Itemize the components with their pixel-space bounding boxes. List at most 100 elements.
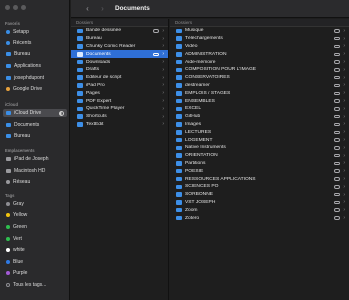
close-window-button[interactable] xyxy=(5,5,10,10)
icloud-download-icon[interactable] xyxy=(334,36,341,41)
folder-name: COMPOSITION POUR L'IMAGE xyxy=(185,67,257,73)
folder-row[interactable]: Downloads › xyxy=(71,58,168,66)
folder-row[interactable]: Zotero › xyxy=(170,214,349,222)
icloud-download-icon[interactable] xyxy=(334,68,341,72)
folder-row[interactable]: Drafts › xyxy=(71,66,168,74)
sidebar-item-macintosh-hd[interactable]: Macintosh HD xyxy=(3,167,67,175)
sidebar-item-icloud-bureau[interactable]: Bureau xyxy=(3,132,67,140)
folder-icon xyxy=(176,114,182,119)
icloud-download-icon[interactable] xyxy=(334,114,341,119)
folder-row[interactable]: Vidéo › xyxy=(170,43,349,51)
sidebar-item-home[interactable]: josephdupont xyxy=(3,74,67,82)
folder-row[interactable]: Partitions › xyxy=(170,160,349,168)
back-button[interactable]: ‹ xyxy=(83,4,92,13)
icloud-download-icon[interactable] xyxy=(334,138,341,142)
folder-row[interactable]: Native Instruments › xyxy=(170,144,349,152)
folder-row[interactable]: EMPLOIS / STAGES › xyxy=(170,89,349,97)
folder-row[interactable]: SORBONNE › xyxy=(170,191,349,199)
sidebar-tag-yellow[interactable]: Yellow xyxy=(3,211,67,219)
sidebar-tag-green[interactable]: Green xyxy=(3,223,67,231)
sidebar-tag-vert[interactable]: Vert xyxy=(3,235,67,243)
folder-row[interactable]: PDF Expert › xyxy=(71,97,168,105)
icloud-download-icon[interactable] xyxy=(334,75,341,80)
column-2[interactable]: Dossiers Musique › Téléchargements › Vidéo › A… xyxy=(170,19,349,300)
folder-row[interactable]: POÉSIE › xyxy=(170,167,349,175)
sidebar-tag-purple[interactable]: Purple xyxy=(3,269,67,277)
icloud-download-icon[interactable] xyxy=(334,60,341,64)
folder-icon xyxy=(77,52,83,57)
sidebar-item-network[interactable]: Réseau xyxy=(3,178,67,186)
folder-row[interactable]: COMPOSITION POUR L'IMAGE › xyxy=(170,66,349,74)
icloud-download-icon[interactable] xyxy=(334,91,341,96)
folder-row[interactable]: Shortcuts › xyxy=(71,113,168,121)
folder-row[interactable]: destreamer › xyxy=(170,82,349,90)
icloud-download-icon[interactable] xyxy=(153,29,160,33)
icloud-download-icon[interactable] xyxy=(334,122,341,127)
folder-row[interactable]: Zoom › xyxy=(170,206,349,214)
sidebar-item-icloud-drive[interactable]: iCloud Drive xyxy=(3,109,67,117)
folder-row[interactable]: Aide-mémoire › xyxy=(170,58,349,66)
icloud-download-icon[interactable] xyxy=(334,216,341,220)
zoom-window-button[interactable] xyxy=(21,5,26,10)
icloud-download-icon[interactable] xyxy=(334,185,341,189)
sidebar-item-ipad[interactable]: iPad de Joseph xyxy=(3,155,67,163)
icloud-download-icon[interactable] xyxy=(334,99,341,103)
folder-row[interactable]: ADMINISTRATION › xyxy=(170,50,349,58)
folder-row[interactable]: LECTURES › xyxy=(170,128,349,136)
folder-row[interactable]: ORIENTATION › xyxy=(170,152,349,160)
sidebar-tag-white[interactable]: white xyxy=(3,246,67,254)
icloud-download-icon[interactable] xyxy=(334,83,341,88)
column-1[interactable]: Dossiers Bande dessinée › Bureau › Chunky Co… xyxy=(71,19,169,300)
icloud-download-icon[interactable] xyxy=(153,52,160,57)
folder-icon xyxy=(176,207,182,213)
folder-row[interactable]: RESSOURCES APPLICATIONS › xyxy=(170,175,349,183)
icloud-download-icon[interactable] xyxy=(334,130,341,134)
icloud-download-icon[interactable] xyxy=(334,208,341,212)
sidebar-tag-blue[interactable]: Blue xyxy=(3,258,67,266)
icloud-download-icon[interactable] xyxy=(334,44,341,49)
folder-row[interactable]: EXCEL › xyxy=(170,105,349,113)
icloud-download-icon[interactable] xyxy=(334,146,341,150)
folder-row[interactable]: GitHub › xyxy=(170,113,349,121)
folder-row[interactable]: Pages › xyxy=(71,89,168,97)
folder-row[interactable]: Images › xyxy=(170,121,349,129)
folder-row[interactable]: Téléchargements › xyxy=(170,35,349,43)
icloud-download-icon[interactable] xyxy=(334,153,341,158)
forward-button[interactable]: › xyxy=(98,4,107,13)
folder-row[interactable]: Documents › xyxy=(71,50,168,59)
folder-name: Vidéo xyxy=(185,43,198,49)
sidebar-item-google-drive[interactable]: Google Drive xyxy=(3,85,67,93)
sidebar-all-tags[interactable]: Tous les tags... xyxy=(3,281,67,289)
folder-row[interactable]: iPad Pro › xyxy=(71,82,168,90)
sidebar-item-applications[interactable]: Applications xyxy=(3,62,67,70)
icloud-download-icon[interactable] xyxy=(334,169,341,173)
minimize-window-button[interactable] xyxy=(13,5,18,10)
icloud-download-icon[interactable] xyxy=(334,52,341,57)
icloud-download-icon[interactable] xyxy=(334,192,341,197)
folder-row[interactable]: Chunky Comic Reader › xyxy=(71,43,168,51)
icloud-download-icon[interactable] xyxy=(334,161,341,166)
tags-section-label: Tags xyxy=(5,193,15,198)
folder-row[interactable]: Bureau › xyxy=(71,35,168,43)
sidebar-tag-gray[interactable]: Gray xyxy=(3,200,67,208)
chevron-right-icon: › xyxy=(343,144,345,151)
icloud-download-icon[interactable] xyxy=(334,29,341,33)
folder-row[interactable]: CONSERVATOIRES › xyxy=(170,74,349,82)
folder-row[interactable]: ENSEMBLES › xyxy=(170,97,349,105)
folder-row[interactable]: VST JOSEPH › xyxy=(170,199,349,207)
folder-row[interactable]: QuickTime Player › xyxy=(71,105,168,113)
sidebar-item-recents[interactable]: Récents xyxy=(3,39,67,47)
icloud-download-icon[interactable] xyxy=(334,200,341,205)
sidebar-item-icloud-documents[interactable]: Documents xyxy=(3,121,67,129)
folder-row[interactable]: Bande dessinée › xyxy=(71,27,168,35)
folder-row[interactable]: Musique › xyxy=(170,27,349,35)
icloud-download-icon[interactable] xyxy=(334,177,341,181)
folder-row[interactable]: TextEdit › xyxy=(71,121,168,129)
folder-row[interactable]: SCIENCES PO › xyxy=(170,183,349,191)
sidebar-item-setapp[interactable]: Setapp xyxy=(3,28,67,36)
folder-row[interactable]: Éditeur de script › xyxy=(71,74,168,82)
chevron-right-icon: › xyxy=(343,43,345,50)
folder-row[interactable]: LOGEMENT › xyxy=(170,136,349,144)
sidebar-item-bureau[interactable]: Bureau xyxy=(3,50,67,58)
icloud-download-icon[interactable] xyxy=(334,107,341,111)
